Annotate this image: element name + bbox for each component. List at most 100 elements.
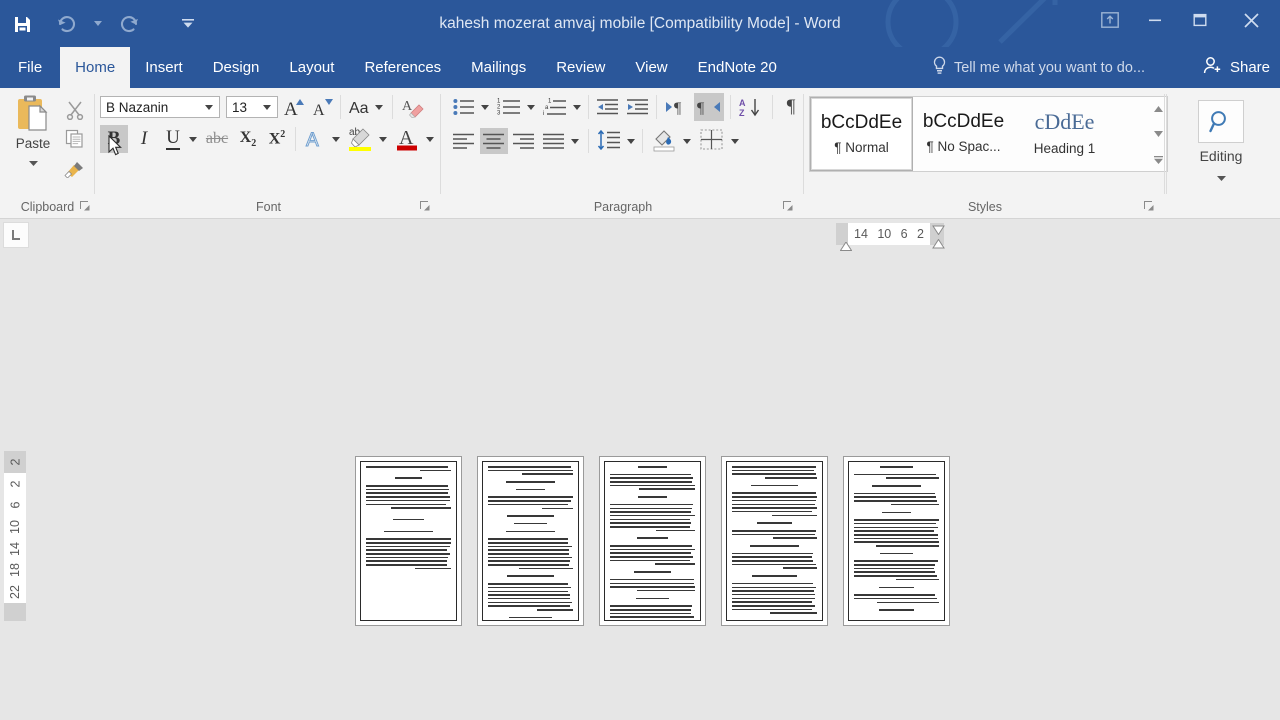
subscript-button[interactable]: X2 — [234, 125, 262, 153]
text-effects-button[interactable]: A — [301, 125, 329, 153]
share-button[interactable]: Share — [1203, 47, 1270, 88]
hanging-indent-marker[interactable] — [932, 236, 945, 254]
bold-button[interactable]: B — [100, 125, 128, 153]
font-family-input[interactable]: B Nazanin — [100, 96, 220, 118]
hruler-tick: 6 — [900, 227, 908, 241]
borders-dropdown-caret-icon[interactable] — [728, 128, 742, 154]
increase-indent-icon — [627, 99, 648, 115]
numbering-button[interactable]: 123 — [494, 94, 524, 120]
font-dialog-launcher[interactable] — [419, 200, 431, 212]
undo-dropdown-caret-icon[interactable] — [88, 4, 108, 44]
bullets-button[interactable] — [450, 94, 478, 120]
font-size-dropdown-caret-icon[interactable] — [260, 97, 274, 117]
strikethrough-button[interactable]: abc — [202, 125, 232, 153]
undo-button[interactable] — [44, 4, 88, 44]
numbering-dropdown-caret-icon[interactable] — [524, 94, 538, 120]
copy-button[interactable] — [60, 125, 90, 153]
ltr-text-direction-button[interactable]: ¶ — [662, 93, 692, 121]
sort-button[interactable]: AZ — [736, 93, 766, 121]
vertical-ruler[interactable]: 2 2 6 10 14 18 22 — [4, 451, 26, 621]
font-family-dropdown-caret-icon[interactable] — [202, 97, 216, 117]
style-item-normal[interactable]: bCcDdEe ¶ Normal — [810, 97, 913, 171]
paste-button[interactable]: Paste — [4, 94, 62, 182]
numbering-icon: 123 — [497, 99, 520, 116]
horizontal-ruler[interactable]: 14 10 6 2 — [836, 223, 944, 245]
clipboard-dialog-launcher[interactable] — [79, 200, 91, 212]
style-item-no-spacing[interactable]: bCcDdEe ¶ No Spac... — [913, 97, 1014, 169]
underline-button[interactable]: U — [160, 125, 186, 153]
tab-review[interactable]: Review — [541, 47, 620, 88]
tab-design[interactable]: Design — [198, 47, 275, 88]
page-4[interactable] — [721, 456, 828, 626]
group-label-font: Font — [255, 200, 281, 214]
align-center-button[interactable] — [480, 128, 508, 154]
styles-dialog-launcher[interactable] — [1143, 200, 1155, 212]
bullets-dropdown-caret-icon[interactable] — [478, 94, 492, 120]
page-1[interactable] — [355, 456, 462, 626]
minimize-button[interactable] — [1132, 0, 1177, 40]
align-left-button[interactable] — [450, 128, 478, 154]
shrink-font-button[interactable]: A — [310, 94, 336, 120]
tab-home[interactable]: Home — [60, 47, 131, 88]
tab-stop-selector[interactable] — [3, 222, 29, 248]
page-2[interactable] — [477, 456, 584, 626]
vertical-ruler-top-margin: 2 — [4, 451, 26, 473]
line-spacing-button[interactable] — [594, 126, 624, 154]
save-button[interactable] — [0, 4, 44, 44]
increase-indent-button[interactable] — [624, 94, 652, 120]
svg-text:A: A — [313, 102, 325, 118]
italic-button[interactable]: I — [130, 125, 158, 153]
tab-mailings[interactable]: Mailings — [456, 47, 541, 88]
tab-insert[interactable]: Insert — [130, 47, 198, 88]
justify-dropdown-caret-icon[interactable] — [568, 128, 582, 154]
superscript-button[interactable]: X2 — [263, 125, 291, 153]
restore-button[interactable] — [1177, 0, 1222, 40]
tab-layout[interactable]: Layout — [274, 47, 349, 88]
cut-button[interactable] — [60, 96, 90, 124]
shading-button[interactable] — [648, 126, 680, 154]
paste-dropdown-caret-icon[interactable] — [28, 153, 38, 171]
first-line-indent-marker[interactable] — [839, 238, 853, 256]
tab-file[interactable]: File — [0, 47, 61, 88]
text-highlight-color-button[interactable]: ab — [345, 122, 375, 154]
editing-dropdown-caret-icon[interactable] — [1216, 168, 1226, 186]
highlight-dropdown-caret-icon[interactable] — [376, 125, 390, 153]
redo-button[interactable] — [108, 4, 152, 44]
font-size-input[interactable]: 13 — [226, 96, 278, 118]
underline-dropdown-caret-icon[interactable] — [186, 125, 200, 153]
font-color-button[interactable]: A — [392, 122, 422, 154]
tab-view[interactable]: View — [620, 47, 682, 88]
ribbon-display-options-button[interactable] — [1087, 0, 1132, 40]
clear-formatting-button[interactable]: A — [399, 94, 429, 120]
vertical-ruler-ticks: 2 6 10 14 18 22 — [4, 473, 26, 603]
page-3[interactable] — [599, 456, 706, 626]
editing-button[interactable]: Editing — [1191, 98, 1251, 186]
shading-dropdown-caret-icon[interactable] — [680, 128, 694, 154]
tab-endnote-20[interactable]: EndNote 20 — [683, 47, 792, 88]
line-spacing-dropdown-caret-icon[interactable] — [624, 128, 638, 154]
format-painter-button[interactable] — [60, 154, 90, 182]
multilevel-dropdown-caret-icon[interactable] — [570, 94, 584, 120]
svg-text:a: a — [545, 105, 549, 111]
ribbon-group-editing: Editing — [1166, 88, 1280, 218]
grow-font-button[interactable]: A — [282, 94, 308, 120]
paragraph-dialog-launcher[interactable] — [782, 200, 794, 212]
show-formatting-marks-button[interactable]: ¶ — [778, 93, 804, 121]
customize-qat-icon[interactable] — [178, 4, 198, 44]
page-5[interactable] — [843, 456, 950, 626]
multilevel-list-button[interactable]: 1ai — [540, 94, 570, 120]
justify-button[interactable] — [540, 128, 568, 154]
text-effects-dropdown-caret-icon[interactable] — [329, 125, 343, 153]
align-right-button[interactable] — [510, 128, 538, 154]
style-item-heading-1[interactable]: cDdEe Heading 1 — [1014, 97, 1115, 169]
tell-me-search[interactable]: Tell me what you want to do... — [932, 47, 1145, 88]
change-case-button[interactable]: Aa — [346, 94, 388, 120]
word-window: kahesh mozerat amvaj mobile [Compatibili… — [0, 0, 1280, 720]
font-color-dropdown-caret-icon[interactable] — [423, 125, 437, 153]
tab-references[interactable]: References — [349, 47, 456, 88]
close-button[interactable] — [1222, 0, 1280, 40]
document-area: 14 10 6 2 2 2 6 10 14 18 22 — [0, 219, 1280, 720]
borders-button[interactable] — [696, 126, 728, 154]
decrease-indent-button[interactable] — [594, 94, 622, 120]
rtl-text-direction-button[interactable]: ¶ — [694, 93, 724, 121]
